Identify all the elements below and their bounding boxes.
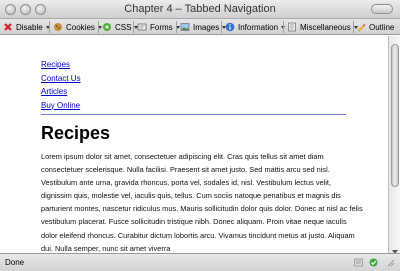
toolbar-cookies-menu[interactable]: Cookies: [53, 20, 102, 34]
nav-item-articles: Articles: [41, 85, 346, 99]
scroll-down-arrow-icon[interactable]: [391, 243, 399, 254]
toolbar-outline-menu[interactable]: Outline: [356, 20, 394, 34]
toolbar-disable-menu[interactable]: Disable: [3, 20, 50, 34]
vertical-scrollbar[interactable]: [388, 36, 400, 254]
toolbar-miscellaneous-menu[interactable]: Miscellaneous: [287, 20, 358, 34]
status-text: Done: [5, 258, 25, 267]
nav-link-articles[interactable]: Articles: [41, 87, 67, 96]
body-paragraph: Lorem ipsum dolor sit amet, consectetuer…: [41, 152, 363, 253]
toolbar-divider: [133, 21, 134, 33]
validation-ok-icon[interactable]: [369, 258, 378, 267]
resize-grip-icon[interactable]: [386, 258, 395, 267]
nav-link-recipes[interactable]: Recipes: [41, 60, 70, 69]
toolbar-images-label: Images: [193, 22, 220, 32]
information-icon: [225, 22, 235, 32]
status-bar: Done: [0, 253, 400, 271]
tabbed-navigation: Recipes Contact Us Articles Buy Online: [41, 58, 346, 115]
forms-icon: [137, 22, 147, 32]
toolbar-divider: [353, 21, 354, 33]
nav-item-contact-us: Contact Us: [41, 72, 346, 86]
css-icon: [102, 22, 112, 32]
window-title: Chapter 4 – Tabbed Navigation: [124, 3, 276, 15]
toolbar-images-menu[interactable]: Images: [180, 20, 227, 34]
toolbar-miscellaneous-label: Miscellaneous: [300, 22, 351, 32]
toolbar-css-label: CSS: [115, 22, 132, 32]
toolbar-divider: [176, 21, 177, 33]
scrollbar-thumb[interactable]: [391, 44, 399, 187]
toolbar-forms-label: Forms: [150, 22, 173, 32]
nav-item-buy-online: Buy Online: [41, 99, 346, 113]
cookies-icon: [53, 22, 63, 32]
page-info-icon[interactable]: [354, 258, 363, 267]
miscellaneous-icon: [287, 22, 297, 32]
nav-link-buy-online[interactable]: Buy Online: [41, 101, 80, 110]
toolbar-divider: [98, 21, 99, 33]
nav-link-contact-us[interactable]: Contact Us: [41, 74, 81, 83]
web-developer-toolbar: Disable Cookies CSS Forms Images Informa…: [0, 19, 400, 35]
toolbar-divider: [283, 21, 284, 33]
toolbar-toggle-button[interactable]: [371, 4, 393, 14]
toolbar-cookies-label: Cookies: [66, 22, 95, 32]
page-title: Recipes: [41, 123, 111, 143]
window-titlebar: Chapter 4 – Tabbed Navigation: [0, 0, 400, 19]
page-content: Recipes Contact Us Articles Buy Online R…: [0, 36, 388, 253]
toolbar-forms-menu[interactable]: Forms: [137, 20, 180, 34]
toolbar-information-label: Information: [238, 22, 279, 32]
toolbar-divider: [221, 21, 222, 33]
toolbar-divider: [49, 21, 50, 33]
disable-icon: [3, 22, 13, 32]
toolbar-outline-label: Outline: [369, 22, 395, 32]
toolbar-information-menu[interactable]: Information: [225, 20, 286, 34]
outline-icon: [356, 22, 366, 32]
images-icon: [180, 22, 190, 32]
nav-item-recipes: Recipes: [41, 58, 346, 72]
toolbar-disable-label: Disable: [16, 22, 43, 32]
